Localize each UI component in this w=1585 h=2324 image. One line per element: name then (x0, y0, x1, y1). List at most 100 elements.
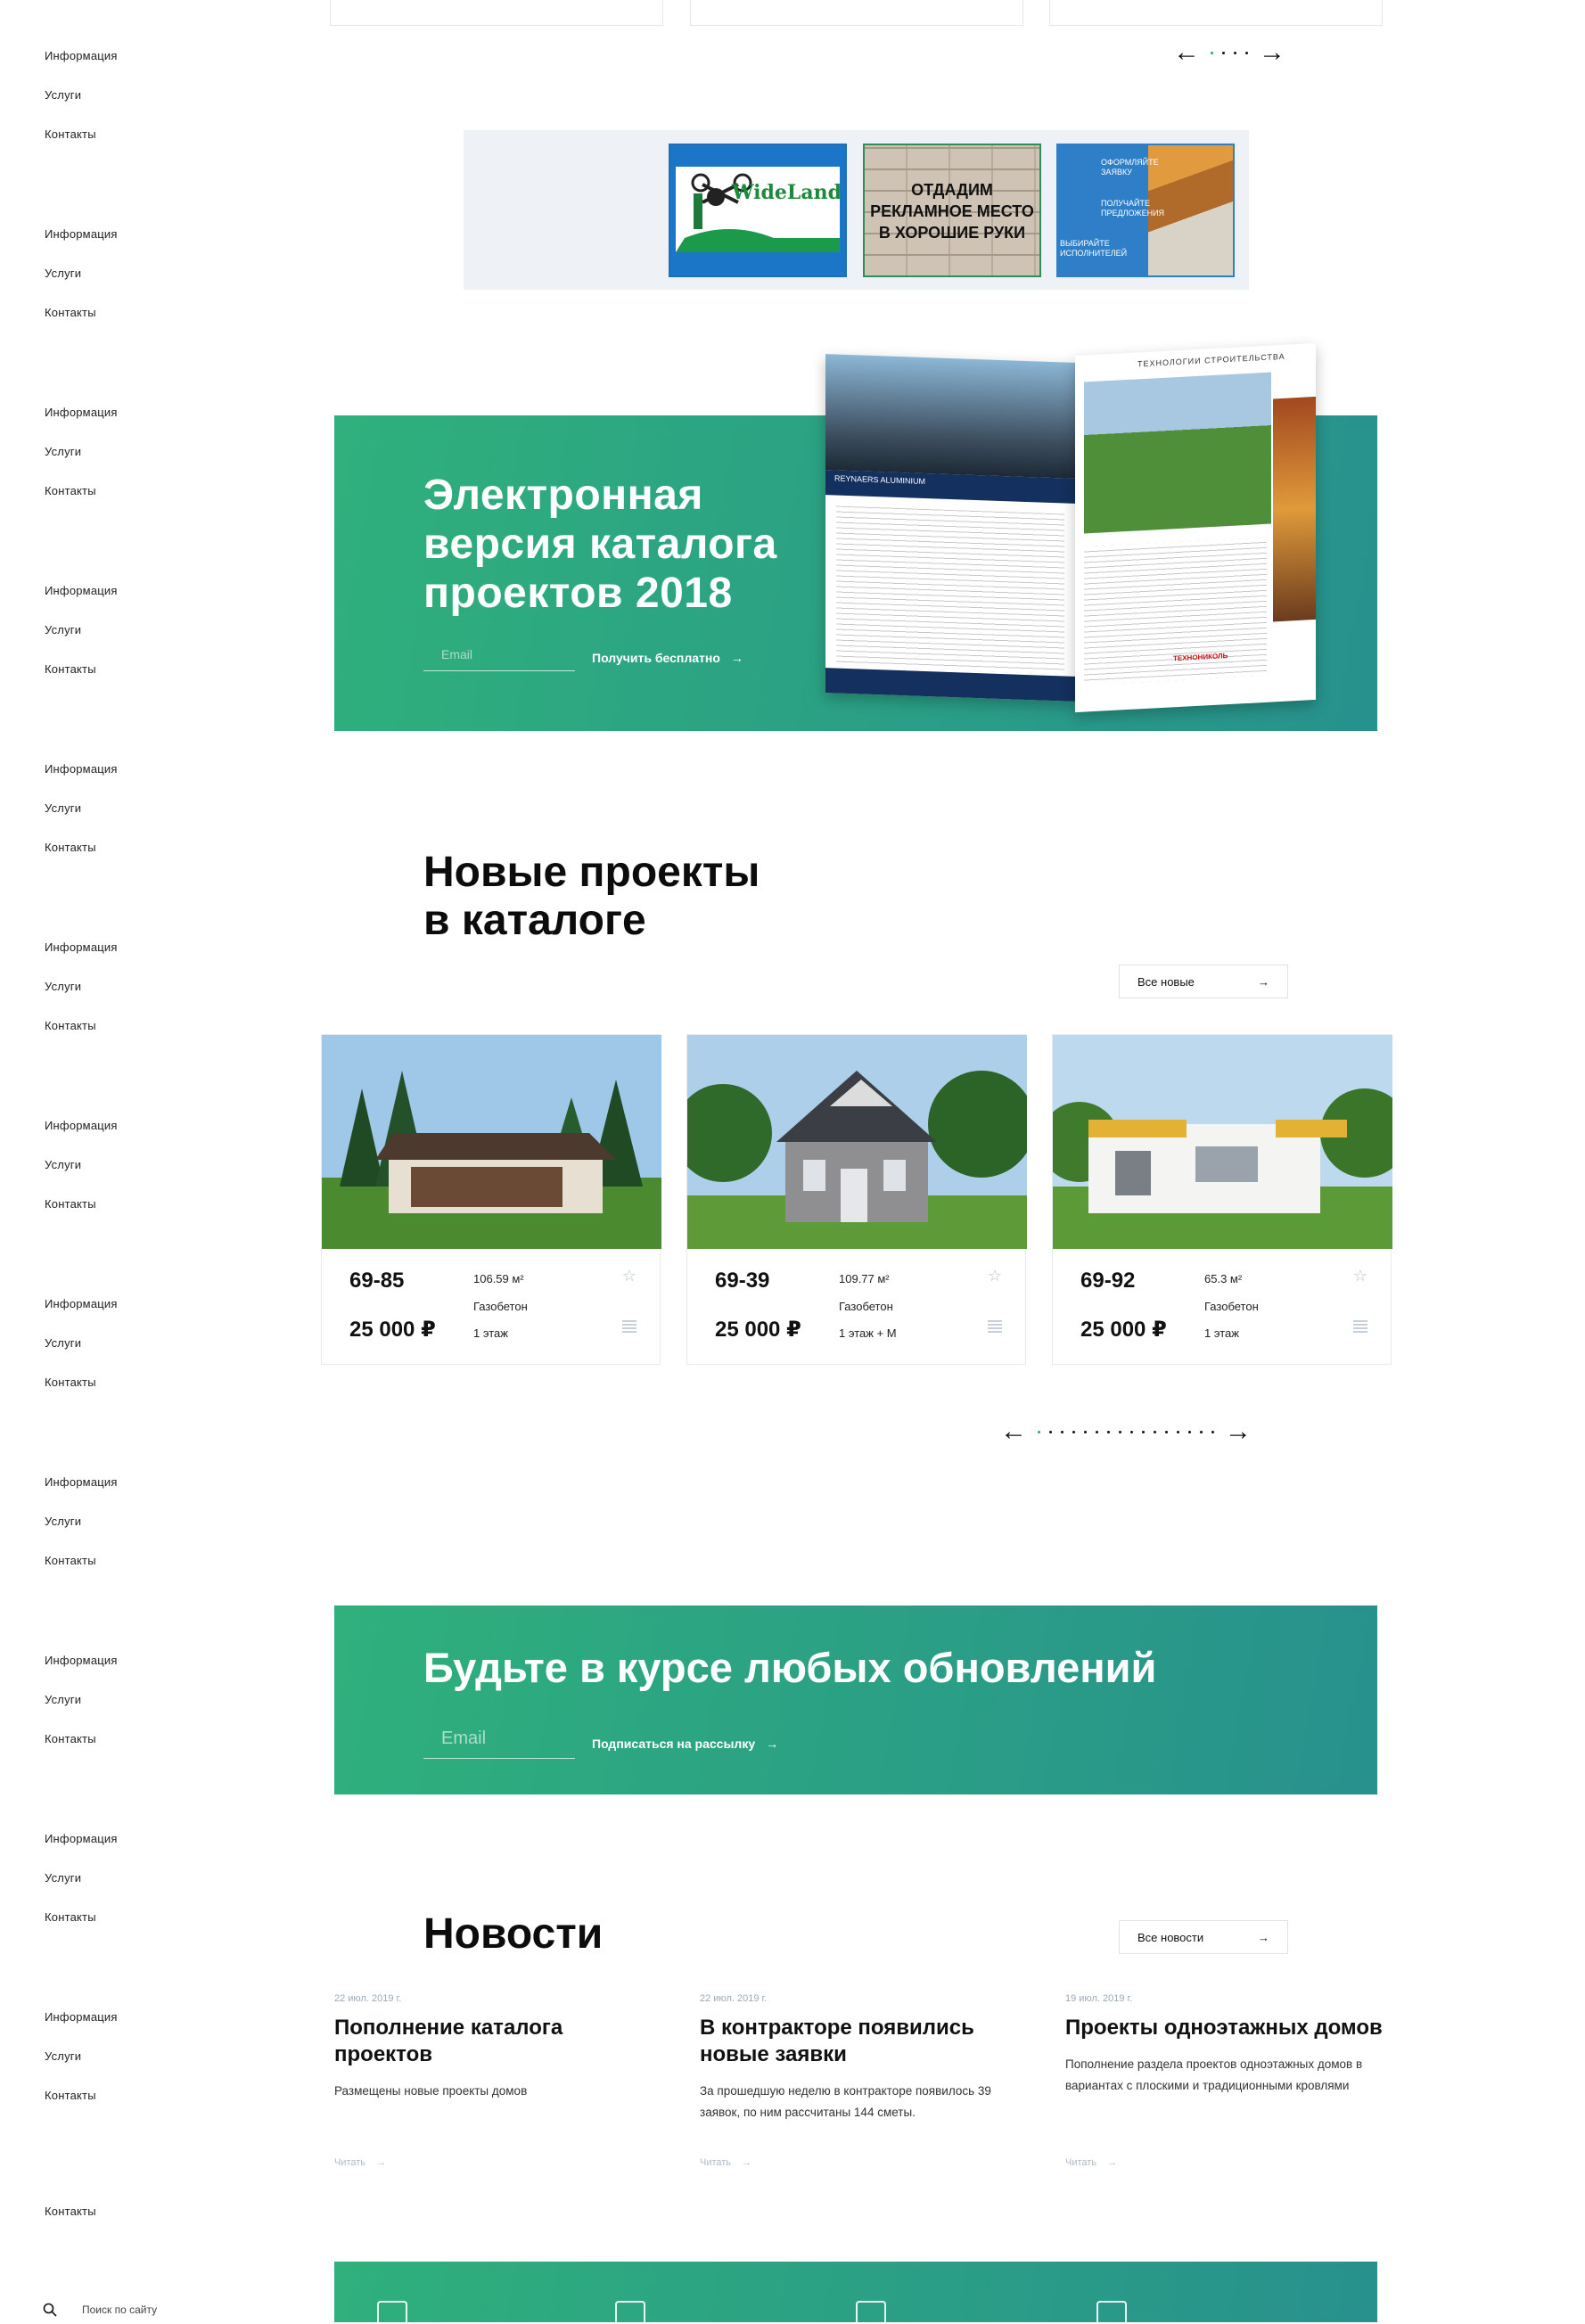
sidebar-item-services[interactable]: Услуги (45, 88, 81, 102)
news-item[interactable]: 19 июл. 2019 г. Проекты одноэтажных домо… (1065, 1993, 1386, 2168)
arrow-right-icon[interactable]: → (1225, 1418, 1252, 1445)
list-icon[interactable] (1353, 1320, 1367, 1333)
read-link[interactable]: Читать → (334, 2157, 386, 2168)
project-area: 109.77 м² (839, 1272, 890, 1285)
sidebar-item-services[interactable]: Услуги (45, 2049, 81, 2063)
sidebar-item-info[interactable]: Информация (45, 1297, 118, 1310)
ad-wideland[interactable]: WideLand (669, 144, 847, 277)
carousel-dot[interactable] (1084, 1430, 1087, 1433)
sidebar-item-services[interactable]: Услуги (45, 623, 81, 636)
sidebar-item-contacts[interactable]: Контакты (45, 662, 96, 676)
project-material: Газобетон (473, 1300, 528, 1313)
subscribe-button[interactable]: Подписаться на рассылку → (592, 1737, 778, 1751)
subscribe-email-field[interactable]: Email (423, 1729, 575, 1759)
sidebar-item-contacts[interactable]: Контакты (45, 2089, 96, 2102)
project-floors: 1 этаж (1204, 1326, 1239, 1340)
sidebar-item-contacts[interactable]: Контакты (45, 484, 96, 497)
top-card[interactable] (1049, 0, 1383, 26)
sidebar-item-services[interactable]: Услуги (45, 801, 81, 815)
favorite-star-icon[interactable]: ☆ (988, 1267, 1002, 1285)
sidebar-item-info[interactable]: Информация (45, 584, 118, 597)
carousel-dot[interactable] (1234, 51, 1236, 54)
sidebar-item-info[interactable]: Информация (45, 1475, 118, 1489)
ad-contractor[interactable]: ОФОРМЛЯЙТЕ ЗАЯВКУ ПОЛУЧАЙТЕ ПРЕДЛОЖЕНИЯ … (1056, 144, 1235, 277)
sidebar-item-info[interactable]: Информация (45, 762, 118, 776)
sidebar-item-contacts[interactable]: Контакты (45, 1910, 96, 1924)
carousel-dot[interactable] (1245, 51, 1248, 54)
arrow-left-icon[interactable]: ← (1000, 1418, 1027, 1445)
sidebar-item-services[interactable]: Услуги (45, 267, 81, 280)
sidebar-item-contacts[interactable]: Контакты (45, 1376, 96, 1389)
carousel-dot[interactable] (1154, 1430, 1156, 1433)
sidebar-item-services[interactable]: Услуги (45, 1693, 81, 1706)
all-new-button[interactable]: Все новые → (1119, 965, 1288, 998)
carousel-dot[interactable] (1142, 1430, 1145, 1433)
sidebar-item-info[interactable]: Информация (45, 1119, 118, 1132)
carousel-dot[interactable] (1188, 1430, 1191, 1433)
carousel-dot[interactable] (1107, 1430, 1110, 1433)
sidebar-item-services[interactable]: Услуги (45, 1871, 81, 1885)
carousel-dot[interactable] (1177, 1430, 1179, 1433)
project-image[interactable] (1053, 1035, 1392, 1249)
sidebar-item-contacts[interactable]: Контакты (45, 841, 96, 854)
list-icon[interactable] (622, 1320, 636, 1333)
carousel-dot[interactable] (1211, 1430, 1214, 1433)
project-card[interactable]: 69-39 25 000 ₽ 109.77 м² Газобетон 1 эта… (686, 1034, 1027, 1365)
read-link[interactable]: Читать → (700, 2157, 751, 2168)
carousel-dot[interactable] (1096, 1430, 1098, 1433)
sidebar-item-info[interactable]: Информация (45, 1654, 118, 1667)
carousel-dot[interactable] (1165, 1430, 1168, 1433)
project-card[interactable]: 69-92 25 000 ₽ 65.3 м² Газобетон 1 этаж … (1052, 1034, 1392, 1365)
carousel-dot[interactable] (1049, 1430, 1052, 1433)
mail-icon (615, 2301, 645, 2324)
magazine-photo (1084, 372, 1271, 534)
sidebar-item-info[interactable]: Информация (45, 940, 118, 954)
news-item[interactable]: 22 июл. 2019 г. В контракторе появились … (700, 1993, 1021, 2168)
ad-placeholder[interactable]: ОТДАДИМ РЕКЛАМНОЕ МЕСТО В ХОРОШИЕ РУКИ (863, 144, 1041, 277)
favorite-star-icon[interactable]: ☆ (1353, 1267, 1367, 1285)
sidebar-item-contacts[interactable]: Контакты (45, 1554, 96, 1567)
sidebar-item-contacts[interactable]: Контакты (45, 2205, 96, 2218)
sidebar-item-services[interactable]: Услуги (45, 980, 81, 993)
sidebar-item-contacts[interactable]: Контакты (45, 1732, 96, 1745)
sidebar-item-contacts[interactable]: Контакты (45, 1019, 96, 1032)
favorite-star-icon[interactable]: ☆ (622, 1267, 636, 1285)
sidebar-item-info[interactable]: Информация (45, 1832, 118, 1845)
get-free-button[interactable]: Получить бесплатно → (592, 651, 743, 665)
sidebar-item-contacts[interactable]: Контакты (45, 127, 96, 141)
news-item[interactable]: 22 июл. 2019 г. Пополнение каталога прое… (334, 1993, 655, 2168)
sidebar-item-services[interactable]: Услуги (45, 1158, 81, 1171)
carousel-dot[interactable] (1038, 1430, 1040, 1433)
news-headline[interactable]: Пополнение каталога проектов (334, 2015, 655, 2068)
arrow-right-icon[interactable]: → (1259, 39, 1285, 66)
catalog-email-field[interactable]: Email (423, 647, 575, 671)
carousel-dot[interactable] (1130, 1430, 1133, 1433)
top-card[interactable] (330, 0, 663, 26)
carousel-dot[interactable] (1072, 1430, 1075, 1433)
carousel-dot[interactable] (1061, 1430, 1064, 1433)
sidebar-item-info[interactable]: Информация (45, 406, 118, 419)
carousel-dot[interactable] (1119, 1430, 1121, 1433)
arrow-left-icon[interactable]: ← (1173, 39, 1200, 66)
sidebar-item-info[interactable]: Информация (45, 2010, 118, 2024)
carousel-dot[interactable] (1222, 51, 1225, 54)
top-card[interactable] (690, 0, 1023, 26)
sidebar-item-contacts[interactable]: Контакты (45, 306, 96, 319)
project-card[interactable]: 69-85 25 000 ₽ 106.59 м² Газобетон 1 эта… (321, 1034, 661, 1365)
project-image[interactable] (322, 1035, 661, 1249)
carousel-dot[interactable] (1211, 51, 1213, 54)
sidebar-item-services[interactable]: Услуги (45, 445, 81, 458)
sidebar-item-services[interactable]: Услуги (45, 1515, 81, 1528)
all-news-button[interactable]: Все новости → (1119, 1920, 1288, 1954)
sidebar-item-info[interactable]: Информация (45, 227, 118, 241)
sidebar-item-contacts[interactable]: Контакты (45, 1197, 96, 1211)
news-headline[interactable]: В контракторе появились новые заявки (700, 2015, 1021, 2068)
site-search[interactable]: Поиск по сайту (43, 2303, 157, 2317)
read-link[interactable]: Читать → (1065, 2157, 1117, 2168)
sidebar-item-info[interactable]: Информация (45, 49, 118, 62)
news-headline[interactable]: Проекты одноэтажных домов (1065, 2015, 1386, 2041)
project-image[interactable] (687, 1035, 1027, 1249)
carousel-dot[interactable] (1200, 1430, 1203, 1433)
list-icon[interactable] (988, 1320, 1002, 1333)
sidebar-item-services[interactable]: Услуги (45, 1336, 81, 1350)
